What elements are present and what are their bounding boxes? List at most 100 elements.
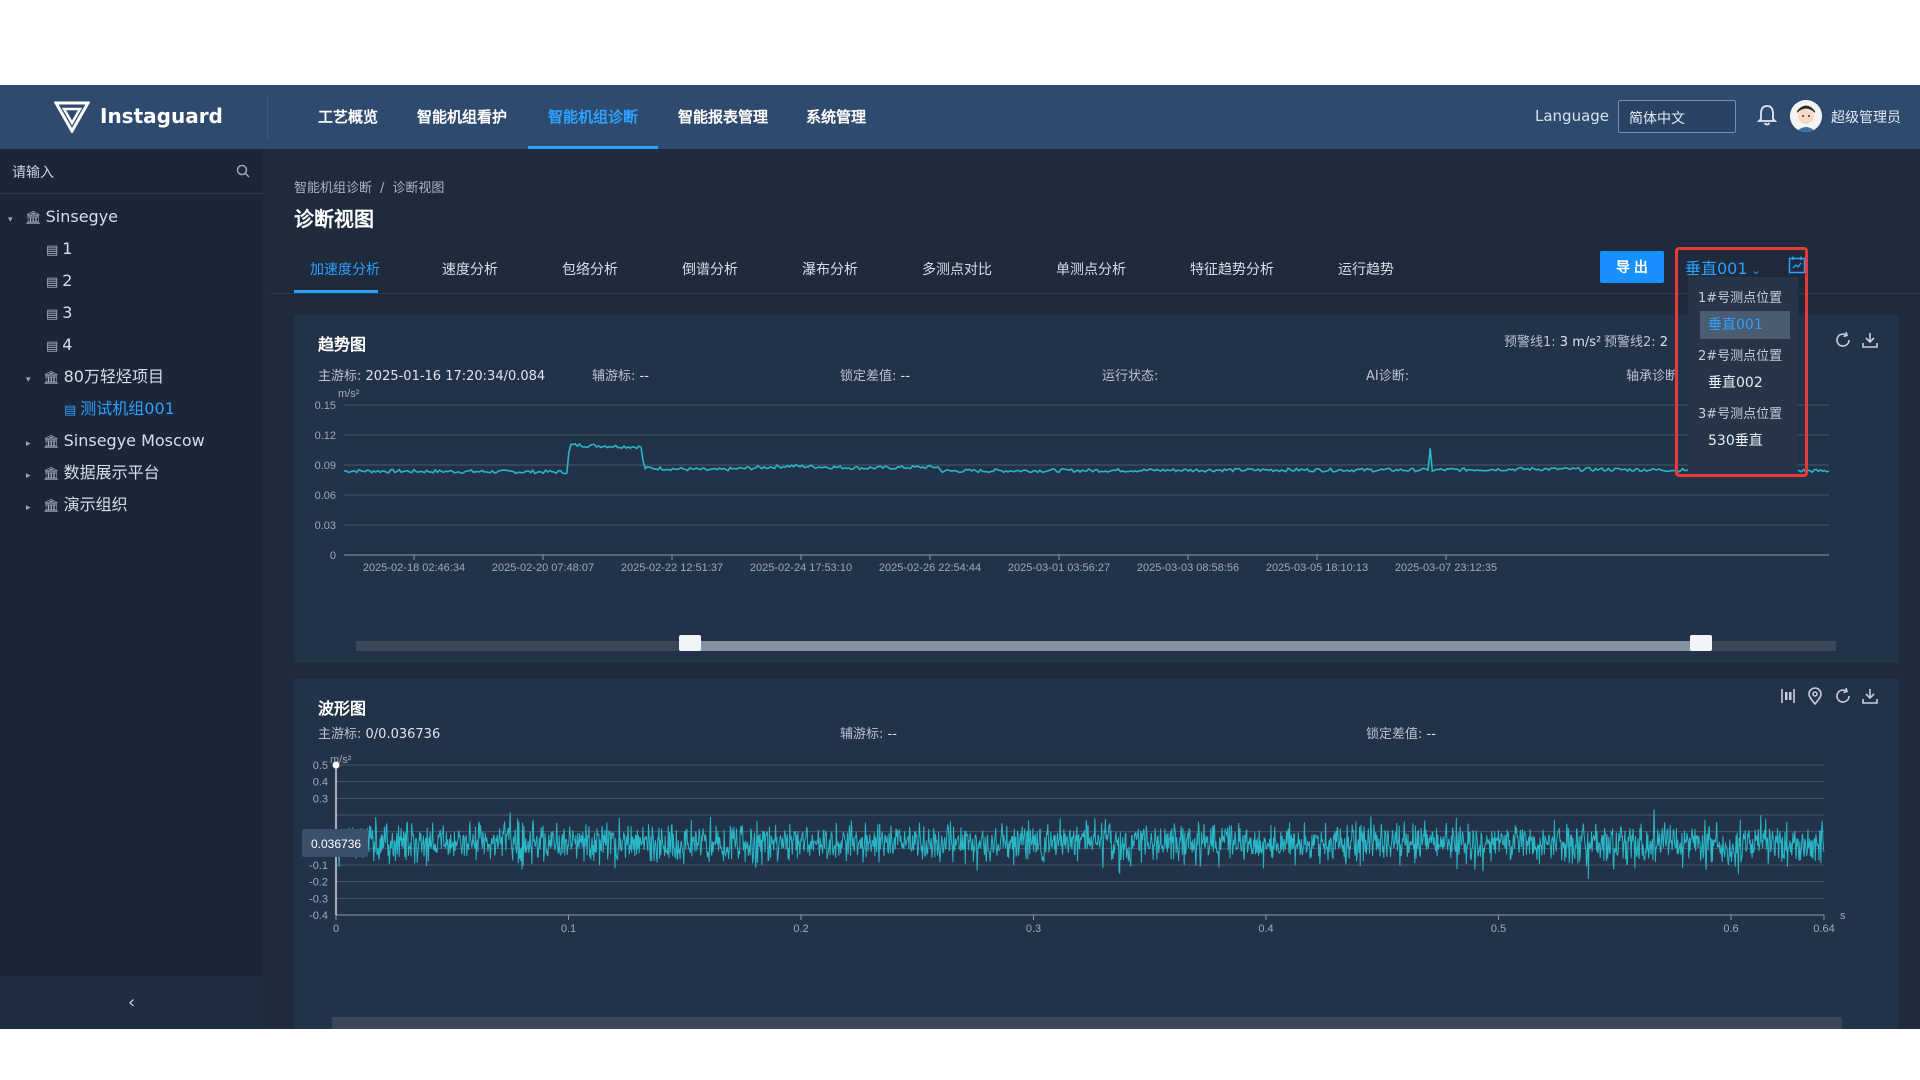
- x-tick-label: 2025-02-20 07:48:07: [492, 562, 594, 574]
- waveform-chart[interactable]: m/s² 0.50.40.30-0.1-0.2-0.3-0.4 00.10.20…: [294, 749, 1899, 1029]
- caret-right-icon[interactable]: ▸: [26, 496, 38, 520]
- wave-zoom-track: [332, 1017, 1842, 1029]
- device-icon: ▤: [46, 339, 59, 354]
- zoom-slider-range: [690, 641, 1700, 651]
- tree-item-device[interactable]: ▤ 2: [46, 269, 72, 293]
- chevron-left-icon[interactable]: ‹: [128, 992, 135, 1013]
- y-tick-label: 0.4: [313, 777, 328, 789]
- search-input[interactable]: [10, 159, 229, 185]
- wave-aux-cursor: 辅游标: --: [840, 723, 897, 742]
- lock-diff: 锁定差值: --: [840, 365, 910, 384]
- x-tick-label: 2025-02-26 22:54:44: [879, 562, 981, 574]
- cursor-settings-icon[interactable]: [1779, 687, 1797, 705]
- tree-item-device[interactable]: ▤ 3: [46, 301, 72, 325]
- page-title: 诊断视图: [294, 207, 374, 231]
- tree-item-label: 4: [62, 335, 73, 354]
- wave-lock-diff-value: --: [1426, 727, 1436, 742]
- tree-item-label: Sinsegye: [45, 207, 118, 226]
- nav-item-report-management[interactable]: 智能报表管理: [678, 85, 768, 149]
- location-pin-icon[interactable]: [1806, 687, 1824, 705]
- breadcrumb-parent[interactable]: 智能机组诊断: [294, 181, 372, 196]
- chevron-down-icon: ⌄: [1629, 108, 1640, 122]
- tree-item-label: 演示组织: [63, 495, 128, 514]
- tab-envelope[interactable]: 包络分析: [562, 259, 618, 279]
- tree-item-label: 数据展示平台: [63, 463, 160, 482]
- tree-item-unit-selected[interactable]: ▤ 测试机组001: [64, 397, 175, 421]
- y-tick-label: 0.5: [313, 760, 328, 772]
- aux-cursor: 辅游标: --: [592, 365, 649, 384]
- y-tick-label: 0.12: [315, 430, 336, 442]
- tab-run-trend[interactable]: 运行趋势: [1338, 259, 1394, 279]
- user-name[interactable]: 超级管理员: [1831, 107, 1901, 127]
- nav-item-unit-care[interactable]: 智能机组看护: [417, 85, 507, 149]
- nav-divider: [267, 95, 268, 139]
- tab-feature-trend[interactable]: 特征趋势分析: [1190, 259, 1274, 279]
- y-tick-label: 0.06: [315, 490, 336, 502]
- y-tick-label: -0.3: [309, 893, 328, 905]
- refresh-icon[interactable]: [1834, 687, 1852, 705]
- bearing-diagnosis: 轴承诊断: [1626, 365, 1678, 384]
- tab-cepstrum[interactable]: 倒谱分析: [682, 259, 738, 279]
- tree-item-org[interactable]: ▸ 🏛 数据展示平台: [26, 461, 160, 485]
- x-tick-label: 0.4: [1258, 923, 1273, 935]
- export-button[interactable]: 导 出: [1600, 251, 1664, 283]
- nav-item-unit-diagnosis[interactable]: 智能机组诊断: [528, 85, 658, 149]
- zoom-handle-left: [679, 635, 701, 651]
- highlight-frame: [1675, 247, 1808, 477]
- tree-item-label: 1: [62, 239, 73, 258]
- search-icon[interactable]: [236, 164, 250, 178]
- tree-item-device[interactable]: ▤ 4: [46, 333, 72, 357]
- x-tick-label: 0.6: [1723, 923, 1738, 935]
- tree-item-label: 80万轻烃项目: [63, 367, 164, 386]
- tab-acceleration[interactable]: 加速度分析: [310, 259, 380, 279]
- x-tick-label: 2025-02-22 12:51:37: [621, 562, 723, 574]
- trend-panel: 趋势图 预警线1: 3 m/s² 预警线2: 2 主游标: 2025-01-16…: [294, 315, 1899, 663]
- refresh-icon[interactable]: [1834, 331, 1852, 349]
- cursor-tooltip-value: 0.036736: [311, 837, 361, 851]
- x-tick-label: 2025-03-05 18:10:13: [1266, 562, 1368, 574]
- breadcrumb-separator: /: [380, 181, 385, 196]
- tree-item-org[interactable]: ▾ 🏛 Sinsegye: [8, 205, 118, 229]
- tree-item-label: Sinsegye Moscow: [63, 431, 205, 450]
- tree-item-org[interactable]: ▸ 🏛 演示组织: [26, 493, 128, 517]
- tab-single-point[interactable]: 单测点分析: [1056, 259, 1126, 279]
- aux-cursor-value: --: [639, 369, 649, 384]
- tab-multi-point[interactable]: 多测点对比: [922, 259, 992, 279]
- tree-item-project[interactable]: ▾ 🏛 80万轻烃项目: [26, 365, 164, 389]
- download-icon[interactable]: [1861, 331, 1879, 349]
- caret-right-icon[interactable]: ▸: [26, 464, 38, 488]
- avatar[interactable]: [1790, 100, 1822, 132]
- warn2-value: 2: [1659, 335, 1669, 350]
- tab-waterfall[interactable]: 瀑布分析: [802, 259, 858, 279]
- language-select[interactable]: 简体中文 ⌄: [1618, 100, 1736, 133]
- ai-diagnosis: AI诊断:: [1366, 365, 1409, 384]
- zoom-handle-right: [1690, 635, 1712, 651]
- caret-down-icon[interactable]: ▾: [8, 208, 20, 232]
- nav-item-process-overview[interactable]: 工艺概览: [318, 85, 378, 149]
- trend-title: 趋势图: [318, 335, 367, 354]
- caret-right-icon[interactable]: ▸: [26, 432, 38, 456]
- wave-aux-cursor-value: --: [887, 727, 897, 742]
- warn2-label: 预警线2:: [1604, 335, 1656, 350]
- caret-down-icon[interactable]: ▾: [26, 368, 38, 392]
- tab-velocity[interactable]: 速度分析: [442, 259, 498, 279]
- wave-lock-diff-label: 锁定差值:: [1366, 727, 1423, 742]
- x-tick-label: 2025-03-03 08:58:56: [1137, 562, 1239, 574]
- y-tick-label: 0.03: [315, 520, 336, 532]
- nav-item-system-management[interactable]: 系统管理: [806, 85, 866, 149]
- trend-chart[interactable]: m/s² 0.15 0.12 0.09 0.06 0.03 0 2025-02-18 02…: [294, 383, 1899, 663]
- tree-item-device[interactable]: ▤ 1: [46, 237, 72, 261]
- tree-item-label: 3: [62, 303, 73, 322]
- tree-item-label: 2: [62, 271, 73, 290]
- device-icon: ▤: [46, 307, 59, 322]
- wave-lock-diff: 锁定差值: --: [1366, 723, 1436, 742]
- breadcrumb-current: 诊断视图: [392, 181, 445, 196]
- app-name: Instaguard: [100, 104, 223, 128]
- sidebar-collapse-bar[interactable]: ‹: [0, 976, 263, 1029]
- tree-item-org[interactable]: ▸ 🏛 Sinsegye Moscow: [26, 429, 205, 453]
- warn1-label: 预警线1:: [1504, 335, 1556, 350]
- building-icon: 🏛: [43, 435, 60, 450]
- bell-icon[interactable]: [1756, 103, 1778, 127]
- download-icon[interactable]: [1861, 687, 1879, 705]
- device-icon: ▤: [64, 403, 77, 418]
